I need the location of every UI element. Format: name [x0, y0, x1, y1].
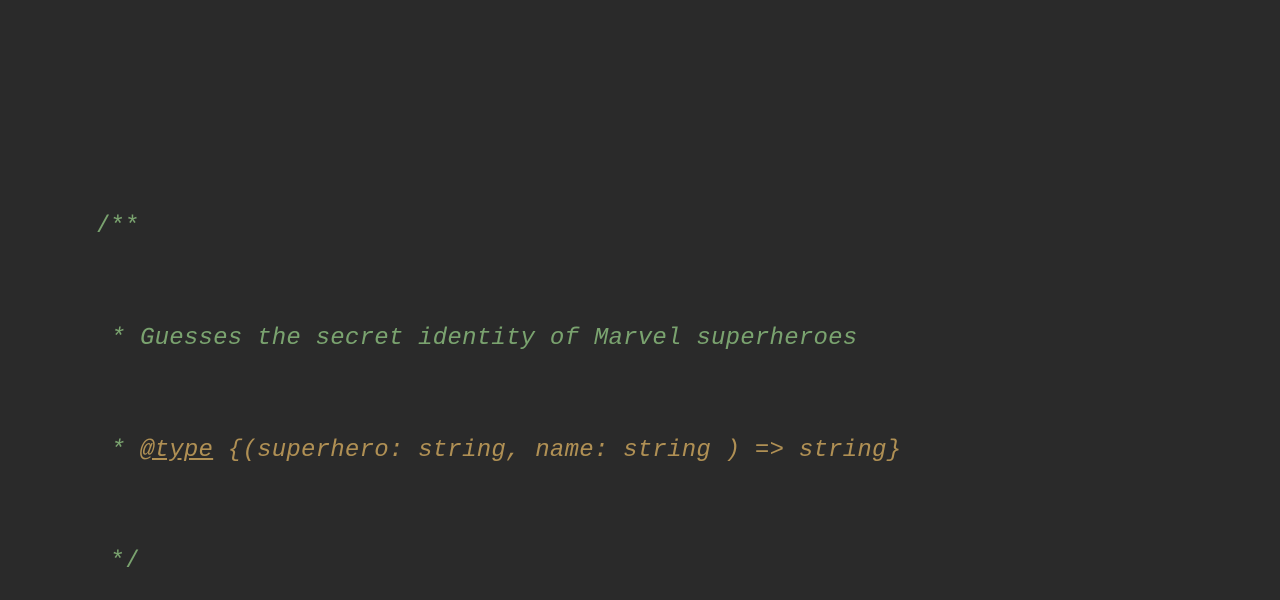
code-line[interactable]: * Guesses the secret identity of Marvel …: [96, 320, 1280, 357]
code-line[interactable]: /**: [96, 208, 1280, 245]
jsdoc-open: /**: [96, 213, 140, 240]
jsdoc-type-signature: {(superhero: string, name: string ) => s…: [213, 437, 901, 464]
jsdoc-tag-type: @type: [140, 437, 213, 464]
code-line[interactable]: */: [96, 543, 1280, 580]
jsdoc-close: */: [96, 548, 140, 575]
jsdoc-desc: Guesses the secret identity of Marvel su…: [140, 325, 857, 352]
jsdoc-star: *: [96, 325, 140, 352]
code-editor[interactable]: /** * Guesses the secret identity of Mar…: [0, 0, 1280, 600]
code-line[interactable]: * @type {(superhero: string, name: strin…: [96, 432, 1280, 469]
jsdoc-star: *: [96, 437, 140, 464]
